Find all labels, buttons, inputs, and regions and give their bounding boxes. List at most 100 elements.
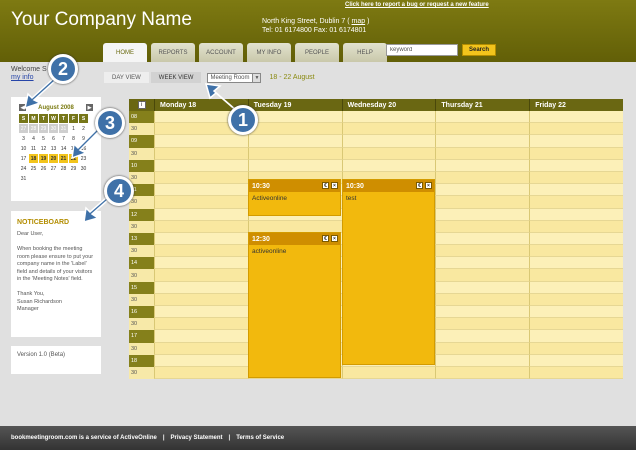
terms-link[interactable]: Terms of Service — [236, 435, 284, 441]
time-slot[interactable] — [529, 232, 623, 246]
time-slot[interactable] — [435, 147, 530, 160]
mini-calendar-day[interactable]: 31 — [19, 174, 28, 183]
time-slot[interactable] — [529, 281, 623, 294]
time-slot[interactable] — [529, 306, 623, 319]
time-slot[interactable] — [529, 171, 623, 185]
time-slot[interactable] — [154, 159, 248, 172]
mini-calendar-day[interactable]: 15 — [69, 144, 78, 153]
booking-block[interactable]: 10:30 € × test — [342, 179, 435, 365]
edit-icon[interactable]: € — [322, 235, 329, 242]
mini-calendar-day[interactable]: 21 — [59, 154, 68, 163]
time-slot[interactable] — [435, 159, 530, 172]
mini-calendar-day[interactable]: 31 — [59, 124, 68, 133]
time-slot[interactable] — [435, 269, 530, 282]
room-select[interactable]: Meeting Room ▼ — [207, 72, 262, 83]
time-slot[interactable] — [247, 147, 342, 160]
mini-calendar-day[interactable]: 30 — [79, 164, 88, 173]
mini-calendar-day[interactable]: 4 — [29, 134, 38, 143]
privacy-link[interactable]: Privacy Statement — [171, 435, 223, 441]
time-slot[interactable] — [435, 354, 530, 367]
day-view-tab[interactable]: DAY VIEW — [104, 72, 149, 83]
time-slot[interactable] — [435, 232, 530, 246]
edit-icon[interactable]: € — [322, 182, 329, 189]
time-slot[interactable] — [529, 330, 623, 343]
time-slot[interactable] — [154, 147, 248, 160]
mini-calendar-day[interactable]: 20 — [49, 154, 58, 163]
mini-calendar-day[interactable]: 2 — [79, 124, 88, 133]
time-slot[interactable] — [529, 135, 623, 148]
mini-calendar-day[interactable]: 19 — [39, 154, 48, 163]
time-slot[interactable] — [529, 208, 623, 221]
time-slot[interactable] — [154, 171, 248, 185]
mini-calendar-day[interactable]: 18 — [29, 154, 38, 163]
time-slot[interactable] — [341, 366, 436, 380]
time-slot[interactable] — [435, 220, 530, 233]
my-info-link[interactable]: my info — [11, 74, 47, 82]
mini-calendar-day[interactable]: 16 — [79, 144, 88, 153]
time-slot[interactable] — [435, 281, 530, 294]
time-slot[interactable] — [247, 111, 342, 124]
time-slot[interactable] — [154, 220, 248, 233]
close-icon[interactable]: × — [331, 235, 338, 242]
time-slot[interactable] — [154, 196, 248, 209]
map-link[interactable]: map — [352, 18, 366, 25]
mini-calendar-day[interactable]: 9 — [79, 134, 88, 143]
time-slot[interactable] — [435, 342, 530, 355]
time-slot[interactable] — [154, 366, 248, 380]
time-slot[interactable] — [341, 123, 436, 136]
time-slot[interactable] — [154, 232, 248, 246]
time-slot[interactable] — [435, 245, 530, 258]
mini-calendar-day[interactable]: 26 — [39, 164, 48, 173]
mini-calendar-day[interactable]: 5 — [39, 134, 48, 143]
time-slot[interactable] — [435, 111, 530, 124]
search-input[interactable] — [386, 44, 458, 56]
mini-calendar-day[interactable]: 1 — [69, 124, 78, 133]
report-bug-link[interactable]: Click here to report a bug or request a … — [345, 2, 489, 8]
mini-calendar-day[interactable]: 6 — [49, 134, 58, 143]
mini-calendar-day[interactable]: 30 — [49, 124, 58, 133]
mini-calendar-day[interactable]: 13 — [49, 144, 58, 153]
info-icon[interactable]: i — [137, 101, 146, 109]
mini-calendar-day[interactable]: 29 — [39, 124, 48, 133]
mini-calendar-day[interactable]: 11 — [29, 144, 38, 153]
time-slot[interactable] — [435, 208, 530, 221]
week-view-tab[interactable]: WEEK VIEW — [150, 72, 202, 83]
time-slot[interactable] — [529, 354, 623, 367]
mini-calendar-day[interactable]: 23 — [79, 154, 88, 163]
close-icon[interactable]: × — [331, 182, 338, 189]
time-slot[interactable] — [529, 196, 623, 209]
time-slot[interactable] — [154, 330, 248, 343]
mini-calendar-day[interactable]: 28 — [29, 124, 38, 133]
tab-people[interactable]: PEOPLE — [295, 43, 339, 62]
next-month-icon[interactable]: ▶ — [86, 104, 93, 111]
time-slot[interactable] — [435, 318, 530, 331]
time-slot[interactable] — [529, 245, 623, 258]
time-slot[interactable] — [247, 123, 342, 136]
time-slot[interactable] — [529, 269, 623, 282]
time-slot[interactable] — [341, 135, 436, 148]
mini-calendar-day[interactable]: 27 — [19, 124, 28, 133]
booking-block[interactable]: 12:30 € × activeonline — [248, 232, 341, 378]
time-slot[interactable] — [529, 342, 623, 355]
tab-reports[interactable]: REPORTS — [151, 43, 195, 62]
mini-calendar-day[interactable]: 29 — [69, 164, 78, 173]
mini-calendar-day[interactable]: 12 — [39, 144, 48, 153]
time-slot[interactable] — [435, 293, 530, 306]
time-slot[interactable] — [529, 159, 623, 172]
time-slot[interactable] — [154, 184, 248, 197]
mini-calendar-day[interactable]: 22 — [69, 154, 78, 163]
time-slot[interactable] — [529, 318, 623, 331]
tab-my-info[interactable]: MY INFO — [247, 43, 291, 62]
mini-calendar-day[interactable]: 3 — [19, 134, 28, 143]
time-slot[interactable] — [154, 257, 248, 270]
time-slot[interactable] — [154, 342, 248, 355]
time-slot[interactable] — [529, 147, 623, 160]
time-slot[interactable] — [529, 293, 623, 306]
mini-calendar-day[interactable]: 7 — [59, 134, 68, 143]
booking-block[interactable]: 10:30 € × Activeonline — [248, 179, 341, 216]
time-slot[interactable] — [435, 196, 530, 209]
time-slot[interactable] — [341, 159, 436, 172]
time-slot[interactable] — [154, 208, 248, 221]
time-slot[interactable] — [154, 293, 248, 306]
time-slot[interactable] — [341, 111, 436, 124]
